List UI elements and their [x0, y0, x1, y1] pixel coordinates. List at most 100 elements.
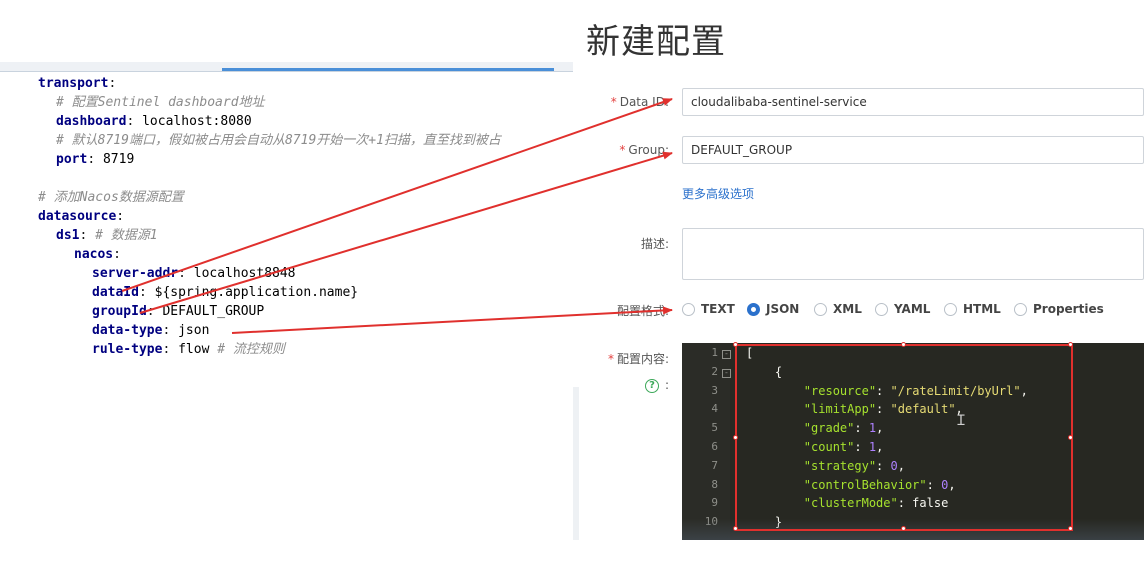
- radio-unchecked-icon[interactable]: [944, 302, 957, 316]
- yaml-line: # 配置Sentinel dashboard地址: [56, 93, 265, 112]
- yaml-separator: :: [138, 285, 155, 300]
- yaml-line: groupId: DEFAULT_GROUP: [92, 302, 264, 321]
- format-option-label: Properties: [1033, 302, 1104, 316]
- line-number: 4: [711, 402, 718, 416]
- resize-handle[interactable]: [1068, 526, 1073, 531]
- yaml-comment: # 流控规则: [209, 342, 285, 357]
- yaml-key: dashboard: [56, 114, 127, 129]
- yaml-line: data-type: json: [92, 321, 209, 340]
- radio-checked-icon[interactable]: [747, 302, 760, 316]
- yaml-separator: :: [116, 209, 125, 224]
- required-mark: *: [619, 143, 626, 157]
- yaml-value: 8719: [102, 152, 135, 167]
- line-number: 1: [711, 346, 718, 359]
- resize-handle[interactable]: [733, 342, 738, 347]
- resize-handle[interactable]: [1068, 342, 1073, 347]
- yaml-comment: # 数据源1: [95, 228, 158, 243]
- yaml-comment: # 默认8719端口，假如被占用会自动从8719开始一次+1扫描，直至找到被占: [56, 133, 501, 148]
- yaml-separator: :: [79, 228, 96, 243]
- required-mark: *: [610, 95, 617, 109]
- editor-gutter: 12345678910--: [682, 343, 731, 540]
- yaml-line: # 添加Nacos数据源配置: [38, 188, 184, 207]
- line-number: 8: [711, 477, 718, 491]
- format-label: 配置格式:: [616, 304, 669, 318]
- format-option-yaml[interactable]: YAML: [875, 301, 930, 317]
- format-option-html[interactable]: HTML: [944, 301, 1001, 317]
- format-option-text[interactable]: TEXT: [682, 301, 735, 317]
- format-option-xml[interactable]: XML: [814, 301, 862, 317]
- yaml-separator: :: [113, 247, 121, 262]
- yaml-separator: :: [146, 304, 163, 319]
- yaml-key: data-type: [92, 323, 163, 338]
- radio-unchecked-icon[interactable]: [1014, 302, 1027, 316]
- yaml-separator: :: [108, 76, 117, 91]
- yaml-key: datasource: [38, 209, 117, 224]
- yaml-line: ds1: # 数据源1: [56, 226, 158, 245]
- advanced-options-link[interactable]: 更多高级选项: [682, 185, 754, 202]
- yaml-value: ${spring.application.name}: [154, 285, 359, 300]
- yaml-separator: :: [126, 114, 143, 129]
- resize-handle[interactable]: [901, 526, 906, 531]
- yaml-key: nacos: [74, 247, 114, 262]
- yaml-separator: :: [87, 152, 103, 167]
- yaml-separator: :: [178, 266, 194, 281]
- description-textarea[interactable]: [682, 228, 1144, 280]
- help-colon: :: [665, 378, 670, 392]
- yaml-key: transport: [38, 76, 109, 91]
- content-label: * 配置内容:: [607, 352, 669, 366]
- yaml-line: datasource:: [38, 207, 124, 226]
- active-editor-tab[interactable]: [222, 62, 554, 71]
- yaml-line: # 默认8719端口，假如被占用会自动从8719开始一次+1扫描，直至找到被占: [56, 131, 501, 150]
- yaml-key: dataId: [92, 285, 139, 300]
- fold-toggle-icon[interactable]: -: [722, 350, 731, 359]
- yaml-value: DEFAULT_GROUP: [162, 304, 265, 319]
- yaml-key: port: [56, 152, 88, 167]
- group-label: * Group:: [619, 143, 669, 157]
- radio-unchecked-icon[interactable]: [814, 302, 827, 316]
- page-title: 新建配置: [586, 22, 726, 62]
- line-number: 6: [711, 440, 718, 453]
- format-option-label: YAML: [894, 302, 931, 316]
- radio-unchecked-icon[interactable]: [875, 302, 888, 316]
- line-number: 9: [711, 496, 718, 510]
- format-option-properties[interactable]: Properties: [1014, 301, 1104, 317]
- editor-tab-bar[interactable]: [0, 62, 600, 72]
- fold-toggle-icon[interactable]: -: [722, 368, 731, 378]
- description-label: 描述:: [640, 237, 669, 251]
- yaml-line: server-addr: localhost8848: [92, 264, 296, 283]
- yaml-separator: :: [162, 342, 179, 357]
- format-option-json[interactable]: JSON: [747, 301, 799, 317]
- yaml-line: dashboard: localhost:8080: [56, 112, 252, 131]
- selection-rectangle[interactable]: [733, 342, 1073, 531]
- radio-unchecked-icon[interactable]: [682, 302, 695, 316]
- resize-handle[interactable]: [901, 342, 906, 347]
- yaml-separator: :: [162, 323, 179, 338]
- yaml-line: rule-type: flow # 流控规则: [92, 340, 285, 359]
- data-id-input[interactable]: cloudalibaba-sentinel-service: [682, 88, 1144, 116]
- resize-handle[interactable]: [733, 526, 738, 531]
- line-number: 3: [711, 383, 718, 397]
- yaml-editor: transport: # 配置Sentinel dashboard地址 dashbo…: [0, 0, 600, 362]
- yaml-code-area[interactable]: transport: # 配置Sentinel dashboard地址 dashbo…: [0, 74, 600, 362]
- yaml-line: port: 8719: [56, 150, 134, 169]
- line-number: 5: [711, 421, 718, 435]
- yaml-line: dataId: ${spring.application.name}: [92, 283, 358, 302]
- yaml-comment: # 添加Nacos数据源配置: [38, 190, 184, 205]
- yaml-key: rule-type: [92, 342, 163, 357]
- line-number: 2: [711, 364, 718, 378]
- yaml-key: server-addr: [92, 266, 179, 281]
- resize-handle[interactable]: [733, 435, 738, 440]
- resize-handle[interactable]: [1068, 435, 1073, 440]
- panel-edge: [573, 387, 579, 540]
- yaml-key: ds1: [56, 228, 80, 243]
- yaml-comment: # 配置Sentinel dashboard地址: [56, 95, 265, 110]
- group-input[interactable]: DEFAULT_GROUP: [682, 136, 1144, 164]
- format-option-label: HTML: [963, 302, 1001, 316]
- yaml-value: localhost8848: [193, 266, 296, 281]
- data-id-label: * Data ID:: [610, 95, 669, 109]
- format-option-label: TEXT: [701, 302, 735, 316]
- yaml-line: transport:: [38, 74, 116, 93]
- format-option-label: JSON: [766, 302, 800, 316]
- yaml-value: localhost:8080: [142, 114, 252, 129]
- help-icon[interactable]: ?: [645, 379, 659, 393]
